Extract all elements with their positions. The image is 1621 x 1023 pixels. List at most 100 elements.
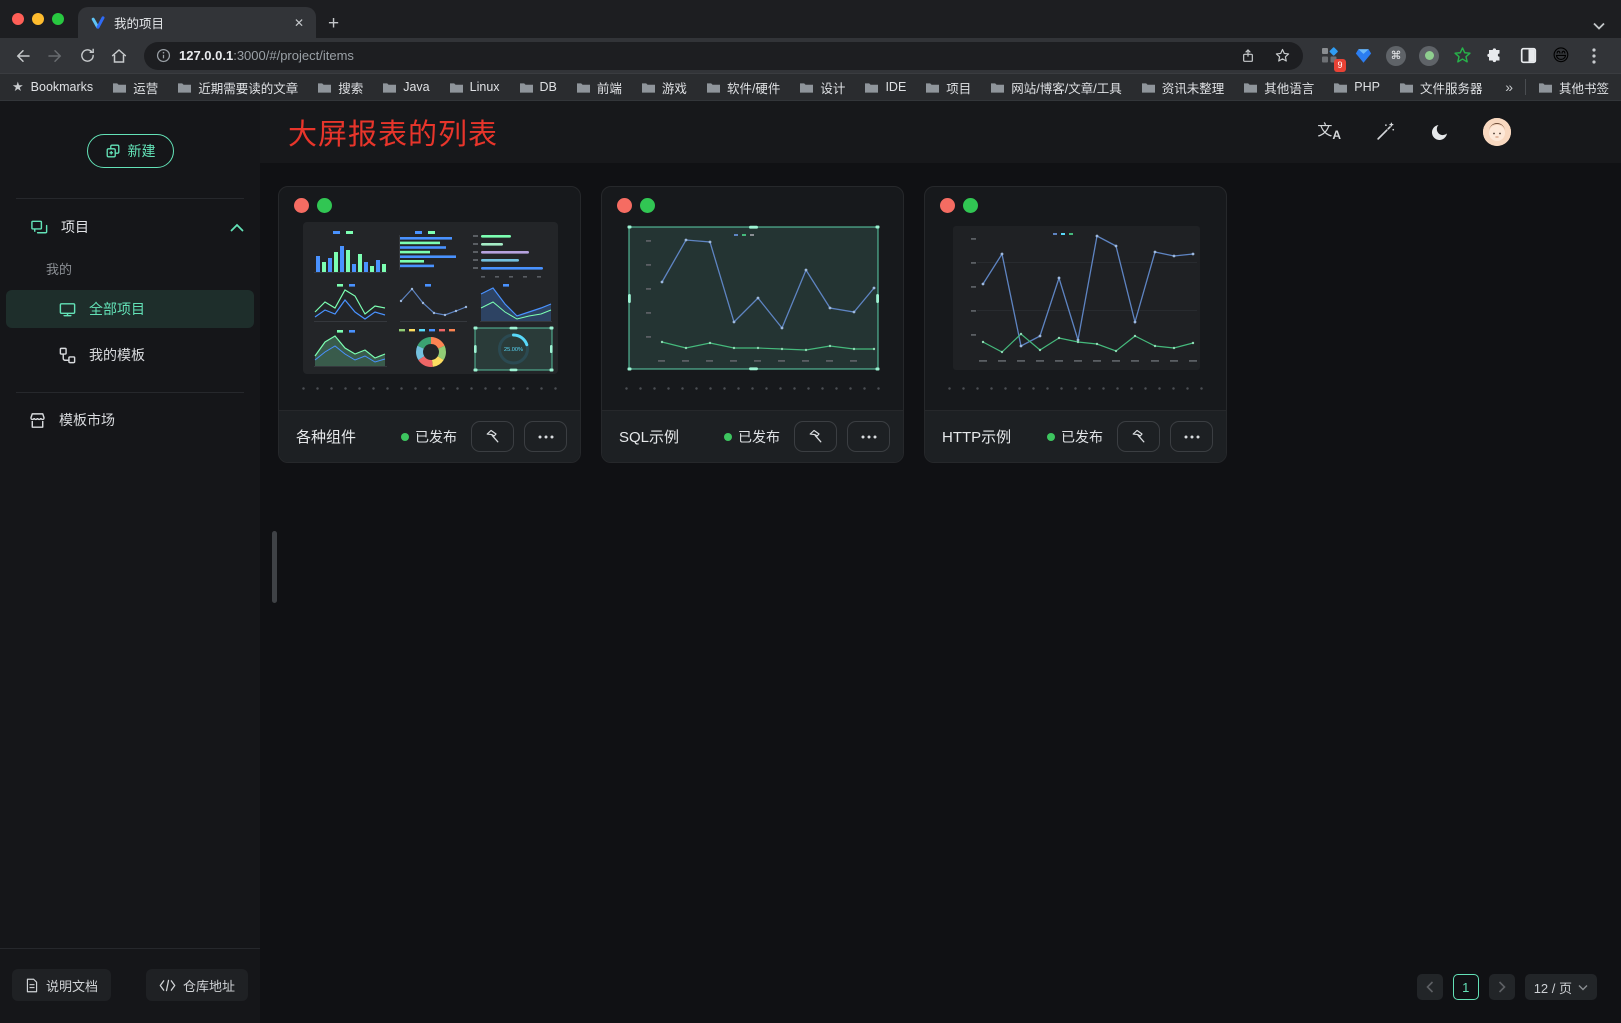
bookmark-folder[interactable]: 网站/博客/文章/工具 xyxy=(990,78,1121,97)
scrollbar-thumb[interactable] xyxy=(272,531,277,603)
url-text: 127.0.0.1:3000/#/project/items xyxy=(179,48,1227,63)
status-dot xyxy=(1047,433,1055,441)
smiley-avatar-icon: 😄 xyxy=(1552,47,1570,64)
split-square-icon xyxy=(1520,47,1537,64)
project-card[interactable]: SQL示例 已发布 xyxy=(601,186,904,463)
theme-color-button[interactable] xyxy=(1374,121,1396,143)
edit-project-button[interactable] xyxy=(1117,421,1160,452)
storefront-icon xyxy=(28,411,47,430)
bookmark-folder[interactable]: DB xyxy=(519,80,557,94)
bookmark-folder[interactable]: IDE xyxy=(864,80,906,94)
bookmark-star-button[interactable] xyxy=(1269,43,1295,69)
browser-toolbar: 127.0.0.1:3000/#/project/items 9 xyxy=(0,38,1621,73)
reload-button[interactable] xyxy=(72,41,102,71)
bookmark-folder[interactable]: PHP xyxy=(1333,80,1380,94)
next-page-button[interactable] xyxy=(1489,974,1515,1000)
site-info-icon[interactable] xyxy=(156,48,171,63)
avatar-icon xyxy=(1483,118,1511,146)
bookmark-folder[interactable]: 资讯未整理 xyxy=(1141,78,1225,97)
bookmark-folder[interactable]: 游戏 xyxy=(641,78,687,97)
url-host: 127.0.0.1 xyxy=(179,48,233,63)
language-button[interactable]: 文A xyxy=(1317,123,1341,141)
new-project-button[interactable]: 新建 xyxy=(87,134,174,168)
sidebar-item-all-projects[interactable]: 全部项目 xyxy=(6,290,254,328)
document-icon xyxy=(25,978,39,993)
close-window-button[interactable] xyxy=(12,13,24,25)
bookmark-folder[interactable]: Java xyxy=(382,80,429,94)
tab-title: 我的项目 xyxy=(114,13,284,32)
more-actions-button[interactable] xyxy=(1170,421,1213,452)
extension-gem-button[interactable] xyxy=(1350,43,1376,69)
tab-search-button[interactable] xyxy=(1593,22,1605,30)
bookmark-folder-label: DB xyxy=(540,80,557,94)
page-size-select[interactable]: 12 / 页 xyxy=(1525,974,1597,1000)
prev-page-button[interactable] xyxy=(1417,974,1443,1000)
extension-command-button[interactable]: ⌘ xyxy=(1383,43,1409,69)
sidebar-divider xyxy=(16,392,244,393)
window-controls xyxy=(0,0,78,38)
bookmark-folder[interactable]: 搜索 xyxy=(317,78,363,97)
more-actions-button[interactable] xyxy=(847,421,890,452)
project-card[interactable]: 25.00% 各种组件 已发布 xyxy=(278,186,581,463)
page-number-button[interactable]: 1 xyxy=(1453,974,1479,1000)
bookmark-folder[interactable]: 文件服务器 xyxy=(1399,78,1483,97)
extension-star-button[interactable] xyxy=(1449,43,1475,69)
sidebar-item-my-templates[interactable]: 我的模板 xyxy=(6,336,254,374)
share-icon xyxy=(1240,48,1256,64)
card-footer: 各种组件 已发布 xyxy=(279,410,580,462)
dark-mode-button[interactable] xyxy=(1429,122,1450,143)
extensions-puzzle-button[interactable] xyxy=(1482,43,1508,69)
browser-window: 我的项目 ✕ + xyxy=(0,0,1621,100)
browser-tab[interactable]: 我的项目 ✕ xyxy=(78,7,316,38)
bookmarks-bar: ★ Bookmarks 运营 近期需要读的文章 搜索 Java xyxy=(0,73,1621,100)
home-button[interactable] xyxy=(104,41,134,71)
bookmark-folder[interactable]: 项目 xyxy=(925,78,971,97)
tab-close-icon[interactable]: ✕ xyxy=(292,15,306,31)
ellipsis-icon xyxy=(861,435,877,439)
new-tab-button[interactable]: + xyxy=(328,14,339,33)
maximize-window-button[interactable] xyxy=(52,13,64,25)
bookmark-folder[interactable]: Linux xyxy=(449,80,500,94)
hammer-icon xyxy=(1130,428,1147,445)
extension-record-button[interactable] xyxy=(1416,43,1442,69)
browser-menu-button[interactable] xyxy=(1581,43,1607,69)
edit-project-button[interactable] xyxy=(471,421,514,452)
forward-button[interactable] xyxy=(40,41,70,71)
bookmark-folder[interactable]: 近期需要读的文章 xyxy=(177,78,298,97)
bookmark-folder-label: 运营 xyxy=(133,78,158,97)
bookmark-folder[interactable]: 前端 xyxy=(576,78,622,97)
new-project-label: 新建 xyxy=(128,141,156,161)
share-button[interactable] xyxy=(1235,43,1261,69)
minimize-window-button[interactable] xyxy=(32,13,44,25)
address-bar[interactable]: 127.0.0.1:3000/#/project/items xyxy=(144,42,1303,70)
more-actions-button[interactable] xyxy=(524,421,567,452)
forward-icon xyxy=(46,47,64,65)
project-card[interactable]: HTTP示例 已发布 xyxy=(924,186,1227,463)
back-button[interactable] xyxy=(8,41,38,71)
bookmark-folder-label: 项目 xyxy=(946,78,971,97)
profile-avatar-button[interactable]: 😄 xyxy=(1548,43,1574,69)
edit-project-button[interactable] xyxy=(794,421,837,452)
translate-icon: 文A xyxy=(1317,123,1341,141)
bookmark-folder-label: Java xyxy=(403,80,429,94)
docs-button[interactable]: 说明文档 xyxy=(12,969,111,1001)
extension-grid-button[interactable]: 9 xyxy=(1317,43,1343,69)
folder-icon xyxy=(382,81,397,94)
bookmarks-manager-link[interactable]: ★ Bookmarks xyxy=(12,79,93,95)
sidebar-section-project[interactable]: 项目 xyxy=(0,205,260,249)
card-dot-green xyxy=(963,198,978,213)
bookmark-folder[interactable]: 软件/硬件 xyxy=(706,78,780,97)
bookmark-folder-label: PHP xyxy=(1354,80,1380,94)
repo-button[interactable]: 仓库地址 xyxy=(146,969,248,1001)
extension-darkmode-button[interactable] xyxy=(1515,43,1541,69)
chevron-up-icon xyxy=(230,223,244,232)
bookmarks-overflow-button[interactable]: » xyxy=(1505,79,1513,95)
extensions-area: 9 ⌘ xyxy=(1313,43,1611,69)
other-bookmarks-button[interactable]: 其他书签 xyxy=(1538,78,1609,97)
bookmark-folder[interactable]: 运营 xyxy=(112,78,158,97)
bookmark-folder[interactable]: 设计 xyxy=(799,78,845,97)
bookmark-folder[interactable]: 其他语言 xyxy=(1243,78,1314,97)
chart-preview xyxy=(626,222,881,374)
user-avatar[interactable] xyxy=(1483,118,1511,146)
sidebar-item-template-market[interactable]: 模板市场 xyxy=(0,397,260,443)
